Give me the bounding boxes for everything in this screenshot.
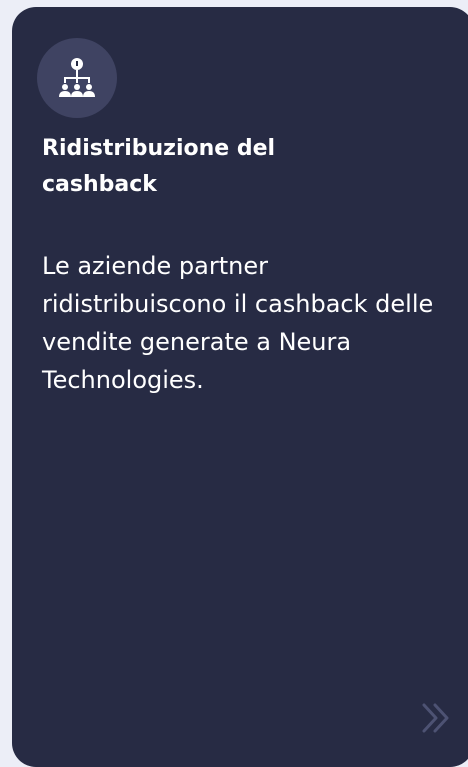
card-title: Ridistribuzione del cashback bbox=[42, 136, 276, 197]
card-description: Le aziende partner ridistribuiscono il c… bbox=[42, 252, 434, 394]
feature-card: Ridistribuzione del cashback Le aziende … bbox=[12, 7, 468, 767]
double-chevron-right-icon[interactable] bbox=[420, 701, 454, 735]
hierarchy-icon bbox=[59, 58, 95, 97]
icon-badge bbox=[37, 38, 117, 118]
